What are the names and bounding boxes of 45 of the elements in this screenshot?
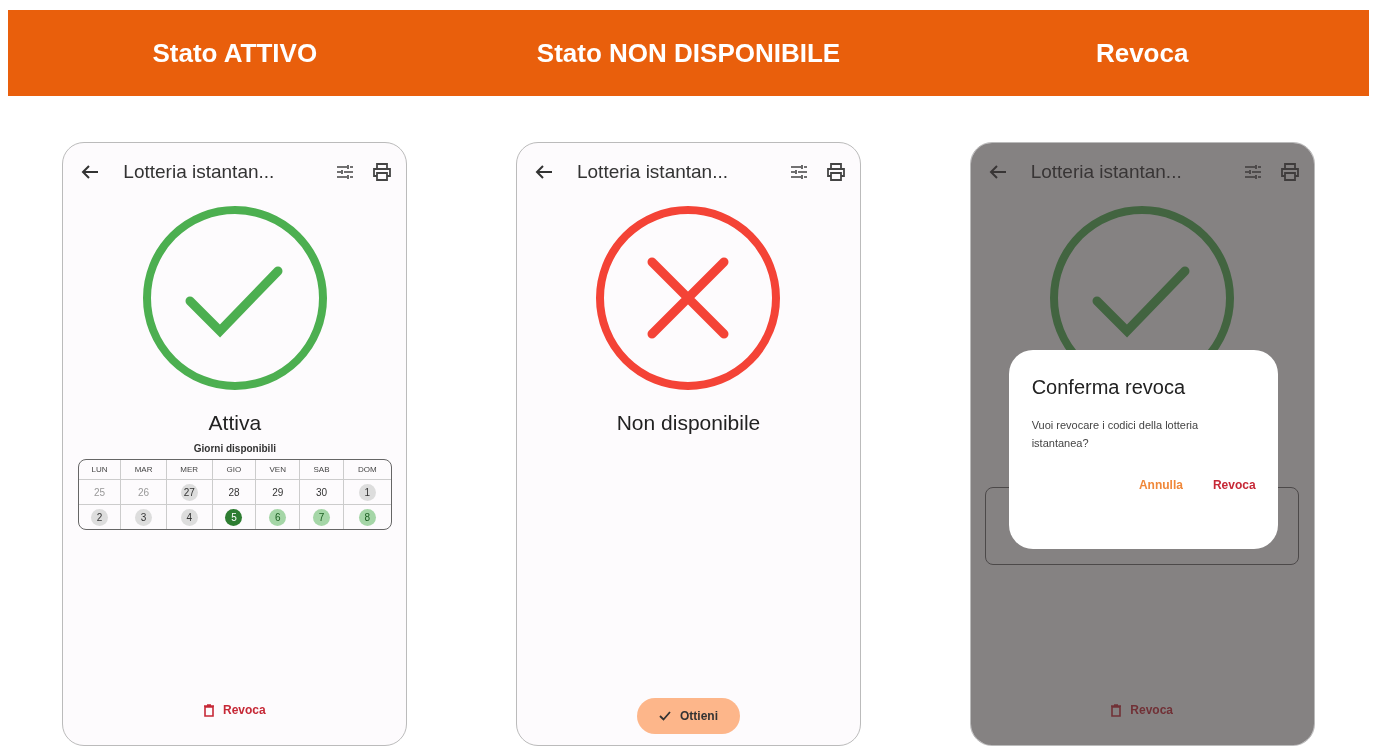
calendar-day[interactable]: 5 [225,508,243,526]
calendar-day[interactable]: 27 [180,483,198,501]
app-bar-title: Lotteria istantan... [123,161,276,183]
calendar-day[interactable]: 3 [135,508,153,526]
status-label: Attiva [208,411,262,435]
printer-icon[interactable] [826,163,846,181]
dialog-button[interactable]: Revoca [1212,478,1256,493]
weekday-header: MER [165,460,212,480]
back-arrow-icon[interactable] [81,165,100,179]
calendar-day[interactable]: 8 [358,508,376,526]
weekday-header: DOM [342,460,391,480]
calendar-day[interactable]: 26 [135,483,153,501]
status-label: Non disponibile [616,411,761,435]
calendar-title: Giorni disponibili [193,443,276,454]
weekday-header: LUN [78,460,121,480]
sliders-icon[interactable] [1243,164,1262,180]
column-heading: Stato NON DISPONIBILE [536,37,841,69]
weekday-header: GIO [211,460,256,480]
app-bar-title: Lotteria istantan... [577,161,730,183]
calendar-day[interactable]: 6 [269,508,287,526]
dialog-title: Conferma revoca [1031,376,1187,399]
calendar-day[interactable]: 28 [225,483,243,501]
sliders-icon[interactable] [790,164,808,180]
app-bar-title: Lotteria istantan... [1030,161,1183,183]
trash-icon [1111,703,1122,717]
trash-icon [203,703,214,717]
calendar-day[interactable]: 30 [313,483,330,501]
calendar-day[interactable]: 29 [269,483,287,501]
calendar-day[interactable]: 2 [91,508,108,526]
calendar-day[interactable]: 1 [358,483,376,501]
column-heading: Revoca [1095,37,1189,69]
check-icon [659,711,671,721]
weekday-header: SAB [299,460,343,480]
revoke-button[interactable]: Revoca [197,702,272,718]
back-arrow-icon[interactable] [535,165,553,179]
printer-icon[interactable] [372,163,393,181]
weekday-header: VEN [255,460,300,480]
sliders-icon[interactable] [336,164,355,180]
get-button[interactable]: Ottieni [637,698,740,734]
dialog-message: Vuoi revocare i codici della lotteria istantanea? [1031,418,1200,451]
calendar-day[interactable]: 7 [313,508,330,526]
column-heading: Stato ATTIVO [152,37,318,69]
weekday-header: MAR [120,460,166,480]
calendar-day[interactable]: 25 [91,483,108,501]
calendar-day[interactable]: 4 [180,508,198,526]
